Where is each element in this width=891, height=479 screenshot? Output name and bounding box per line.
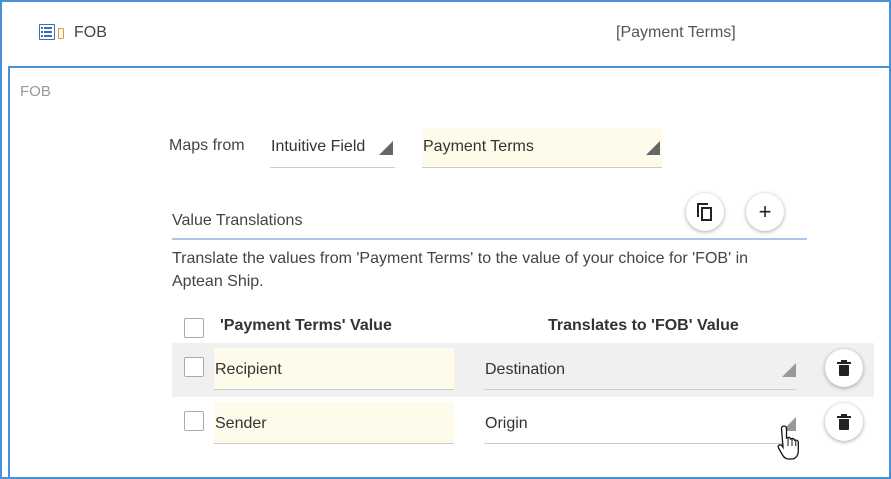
source-value-input[interactable]: Recipient — [214, 348, 454, 390]
source-value-text: Sender — [215, 415, 267, 432]
header-field-name: FOB — [74, 24, 107, 41]
column-header-source-value: 'Payment Terms' Value — [220, 317, 392, 334]
source-value-input[interactable]: Sender — [214, 402, 454, 444]
header-divider — [8, 66, 889, 68]
dropdown-arrow-icon — [646, 141, 660, 155]
delete-row-button[interactable] — [825, 403, 863, 441]
value-translations-label: Value Translations — [172, 212, 303, 229]
mapping-header[interactable]: FOB [Payment Terms] — [2, 2, 889, 67]
copy-icon — [697, 203, 713, 221]
add-translation-button[interactable]: + — [746, 193, 784, 231]
tag-icon — [58, 28, 64, 39]
dropdown-arrow-icon — [379, 141, 393, 155]
translation-select[interactable]: Origin — [484, 402, 796, 444]
source-field-value: Payment Terms — [423, 138, 534, 155]
trash-icon — [837, 413, 851, 430]
source-field-select[interactable]: Payment Terms — [422, 128, 662, 168]
source-value-text: Recipient — [215, 361, 282, 378]
copy-button[interactable] — [686, 193, 724, 231]
hand-cursor-icon — [777, 425, 799, 460]
select-all-checkbox[interactable] — [184, 318, 204, 338]
row-checkbox[interactable] — [184, 411, 204, 431]
table-row: Recipient Destination — [172, 343, 874, 397]
column-header-target-value: Translates to 'FOB' Value — [548, 317, 739, 334]
source-type-value: Intuitive Field — [271, 138, 366, 155]
section-title: FOB — [20, 83, 51, 100]
row-checkbox[interactable] — [184, 357, 204, 377]
dropdown-arrow-icon — [782, 363, 796, 377]
value-translations-underline — [172, 238, 807, 240]
panel-left-border — [8, 66, 10, 477]
plus-icon: + — [758, 199, 772, 224]
source-type-select[interactable]: Intuitive Field — [270, 128, 395, 168]
translation-value-text: Origin — [485, 415, 528, 432]
list-icon — [39, 24, 55, 40]
table-row: Sender Origin — [172, 397, 874, 451]
translation-value-text: Destination — [485, 361, 566, 378]
maps-from-label: Maps from — [169, 137, 245, 154]
header-mapping-label: [Payment Terms] — [616, 24, 736, 41]
delete-row-button[interactable] — [825, 349, 863, 387]
trash-icon — [837, 359, 851, 376]
translation-description: Translate the values from 'Payment Terms… — [172, 250, 749, 290]
translation-select[interactable]: Destination — [484, 348, 796, 390]
